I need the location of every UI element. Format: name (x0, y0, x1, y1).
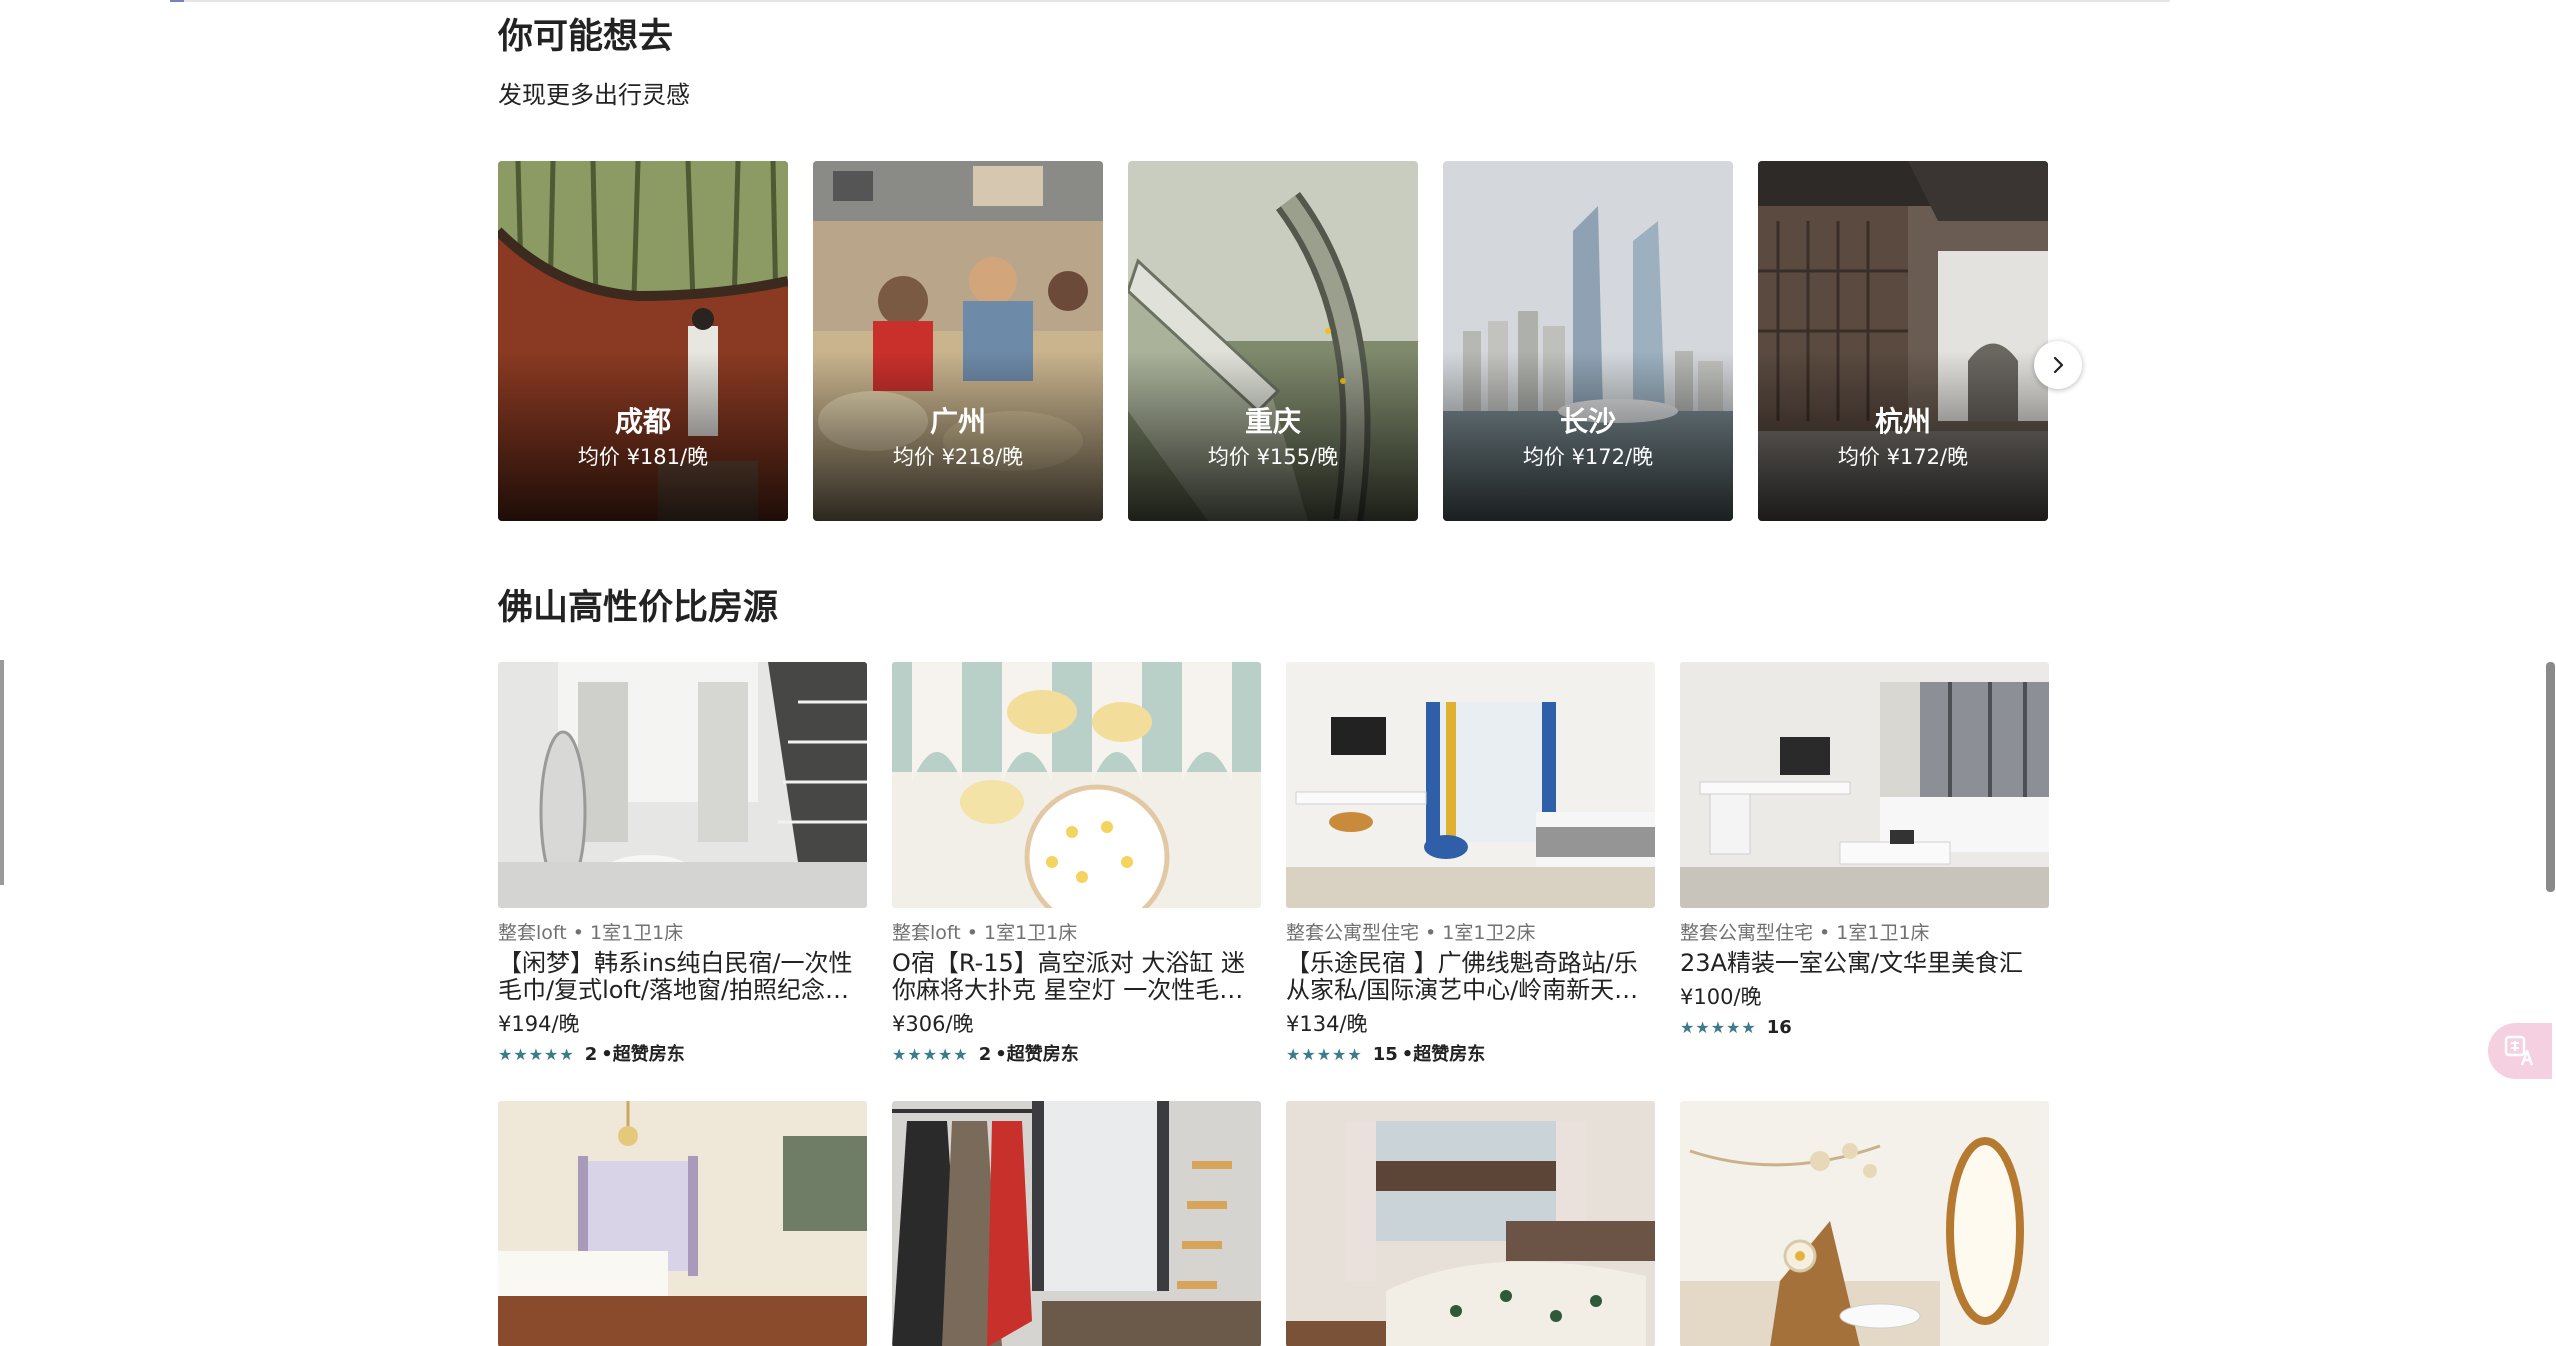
listing-title: 【闲梦】韩系ins纯白民宿/一次性毛巾/复式loft/落地窗/拍照纪念日… (498, 950, 853, 1004)
listing-title: O宿【R-15】高空派对 大浴缸 迷你麻将大扑克 星空灯 一次性毛… (892, 950, 1246, 1004)
listing-card[interactable]: 整套公寓型住宅 • 1室1卫1床 23A精装一室公寓/文华里美食汇 ¥100/晚… (1680, 662, 2049, 1038)
destination-card-chengdu[interactable]: 成都 均价 ¥181/晚 (498, 161, 788, 521)
destination-price: 均价 ¥155/晚 (1207, 445, 1339, 469)
destination-price: 均价 ¥181/晚 (577, 445, 709, 469)
page-scrollbar[interactable] (2546, 662, 2555, 892)
listing-card[interactable]: 整套公寓型住宅 • 1室1卫2床 【乐途民宿 】广佛线魁奇路站/乐从家私/国际演… (1286, 662, 1655, 1065)
listing-photo (892, 662, 1261, 908)
translate-icon (2504, 1035, 2534, 1066)
listing-card[interactable]: 整套loft • 1室1卫1床 O宿【R-15】高空派对 大浴缸 迷你麻将大扑克… (892, 662, 1261, 1065)
superhost-tag: •超赞房东 (601, 1044, 685, 1065)
chevron-right-icon (2053, 356, 2064, 374)
listing-card[interactable] (1286, 1101, 1655, 1346)
listing-card[interactable]: 整套loft • 1室1卫1床 【闲梦】韩系ins纯白民宿/一次性毛巾/复式lo… (498, 662, 867, 1065)
listing-card[interactable] (1680, 1101, 2049, 1346)
superhost-tag: •超赞房东 (995, 1044, 1079, 1065)
carousel-next-button[interactable] (2034, 341, 2082, 389)
destination-price: 均价 ¥172/晚 (1522, 445, 1654, 469)
destination-card-chongqing[interactable]: 重庆 均价 ¥155/晚 (1128, 161, 1418, 521)
listing-card[interactable] (892, 1101, 1261, 1346)
listing-title: 【乐途民宿 】广佛线魁奇路站/乐从家私/国际演艺中心/岭南新天… (1286, 950, 1639, 1004)
listing-rating: ★★★★★ 2 •超赞房东 (892, 1045, 1261, 1065)
listing-type: 整套loft • 1室1卫1床 (892, 922, 1078, 944)
destination-card-changsha[interactable]: 长沙 均价 ¥172/晚 (1443, 161, 1733, 521)
listing-card[interactable] (498, 1101, 867, 1346)
listing-title: 23A精装一室公寓/文华里美食汇 (1680, 950, 2024, 977)
listing-rating: ★★★★★ 2 •超赞房东 (498, 1045, 867, 1065)
listing-rating: ★★★★★ 16 (1680, 1018, 2049, 1038)
inspire-title: 你可能想去 (498, 17, 674, 57)
superhost-tag: •超赞房东 (1401, 1044, 1486, 1065)
destination-price: 均价 ¥218/晚 (892, 445, 1024, 469)
listing-type: 整套公寓型住宅 • 1室1卫1床 (1680, 922, 1930, 944)
review-count: 15 (1372, 1044, 1398, 1065)
listing-photo (1680, 662, 2049, 908)
inspire-subtitle: 发现更多出行灵感 (498, 81, 690, 109)
destination-name: 杭州 (1874, 405, 1931, 438)
star-rating-icon: ★★★★★ (1286, 1045, 1363, 1064)
listing-rating: ★★★★★ 15 •超赞房东 (1286, 1045, 1655, 1065)
destination-carousel: 成都 均价 ¥181/晚 广州 均价 ¥218/晚 重庆 均价 ¥155/晚 长… (498, 161, 2082, 521)
destination-card-guangzhou[interactable]: 广州 均价 ¥218/晚 (813, 161, 1103, 521)
destination-card-hangzhou[interactable]: 杭州 均价 ¥172/晚 (1758, 161, 2048, 521)
listing-photo (1286, 1101, 1655, 1346)
review-count: 16 (1766, 1017, 1792, 1038)
listing-photo (498, 662, 867, 908)
listing-photo (892, 1101, 1261, 1346)
listing-photo (1680, 1101, 2049, 1346)
translate-button[interactable] (2488, 1023, 2552, 1079)
destination-name: 广州 (929, 405, 986, 438)
listing-type: 整套公寓型住宅 • 1室1卫2床 (1286, 922, 1536, 944)
listing-photo (498, 1101, 867, 1346)
destination-name: 长沙 (1559, 405, 1616, 438)
destination-name: 成都 (614, 405, 671, 438)
star-rating-icon: ★★★★★ (1680, 1018, 1757, 1037)
listing-price: ¥134/晚 (1286, 1012, 1368, 1036)
listing-photo (1286, 662, 1655, 908)
top-divider (170, 0, 2170, 2)
left-scroll-indicator (0, 660, 4, 885)
listing-price: ¥100/晚 (1680, 985, 1762, 1009)
destination-name: 重庆 (1244, 405, 1301, 438)
destination-price: 均价 ¥172/晚 (1837, 445, 1969, 469)
listing-price: ¥194/晚 (498, 1012, 580, 1036)
listing-price: ¥306/晚 (892, 1012, 974, 1036)
listing-type: 整套loft • 1室1卫1床 (498, 922, 684, 944)
star-rating-icon: ★★★★★ (498, 1045, 575, 1064)
star-rating-icon: ★★★★★ (892, 1045, 969, 1064)
review-count: 2 (978, 1044, 992, 1065)
review-count: 2 (584, 1044, 598, 1065)
listings-title: 佛山高性价比房源 (498, 588, 779, 628)
